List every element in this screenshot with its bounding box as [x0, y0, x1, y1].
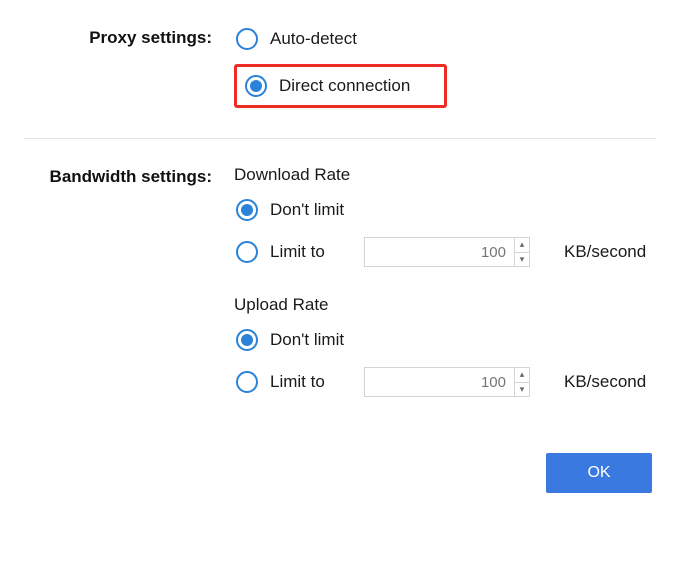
bandwidth-settings-section: Bandwidth settings: Download Rate Don't … — [24, 165, 656, 411]
radio-icon — [245, 75, 267, 97]
upload-dont-limit-option[interactable]: Don't limit — [234, 327, 656, 353]
proxy-direct-connection-highlight: Direct connection — [234, 64, 447, 108]
download-dont-limit-option[interactable]: Don't limit — [234, 197, 656, 223]
download-limit-input[interactable] — [364, 237, 514, 267]
stepper-down-icon[interactable]: ▾ — [515, 253, 529, 267]
radio-icon — [236, 28, 258, 50]
upload-rate-title: Upload Rate — [234, 295, 656, 315]
upload-limit-unit: KB/second — [564, 372, 646, 392]
upload-limit-to-option[interactable]: Limit to — [236, 371, 348, 393]
section-divider — [24, 138, 656, 139]
proxy-auto-detect-option[interactable]: Auto-detect — [234, 26, 656, 52]
upload-limit-input-wrap: ▴ ▾ — [364, 367, 530, 397]
dialog-footer: OK — [24, 453, 656, 493]
proxy-settings-label: Proxy settings: — [24, 26, 234, 114]
stepper-up-icon[interactable]: ▴ — [515, 368, 529, 383]
proxy-direct-connection-option[interactable]: Direct connection — [243, 73, 414, 99]
download-limit-unit: KB/second — [564, 242, 646, 262]
radio-icon — [236, 371, 258, 393]
stepper-down-icon[interactable]: ▾ — [515, 383, 529, 397]
upload-limit-to-label: Limit to — [270, 372, 325, 392]
upload-dont-limit-label: Don't limit — [270, 330, 344, 350]
ok-button[interactable]: OK — [546, 453, 652, 493]
proxy-settings-section: Proxy settings: Auto-detect Direct conne… — [24, 26, 656, 114]
proxy-auto-detect-label: Auto-detect — [270, 29, 357, 49]
download-limit-stepper[interactable]: ▴ ▾ — [514, 237, 530, 267]
download-dont-limit-label: Don't limit — [270, 200, 344, 220]
upload-limit-stepper[interactable]: ▴ ▾ — [514, 367, 530, 397]
radio-icon — [236, 329, 258, 351]
download-rate-title: Download Rate — [234, 165, 656, 185]
radio-icon — [236, 199, 258, 221]
radio-icon — [236, 241, 258, 263]
upload-limit-input[interactable] — [364, 367, 514, 397]
stepper-up-icon[interactable]: ▴ — [515, 238, 529, 253]
bandwidth-settings-label: Bandwidth settings: — [24, 165, 234, 411]
download-rate-group: Download Rate Don't limit Limit to ▴ ▾ — [234, 165, 656, 269]
download-limit-input-wrap: ▴ ▾ — [364, 237, 530, 267]
upload-rate-group: Upload Rate Don't limit Limit to ▴ ▾ — [234, 295, 656, 399]
download-limit-to-option[interactable]: Limit to — [236, 241, 348, 263]
download-limit-to-label: Limit to — [270, 242, 325, 262]
upload-limit-to-row: Limit to ▴ ▾ KB/second — [234, 365, 656, 399]
proxy-direct-connection-label: Direct connection — [279, 76, 410, 96]
download-limit-to-row: Limit to ▴ ▾ KB/second — [234, 235, 656, 269]
